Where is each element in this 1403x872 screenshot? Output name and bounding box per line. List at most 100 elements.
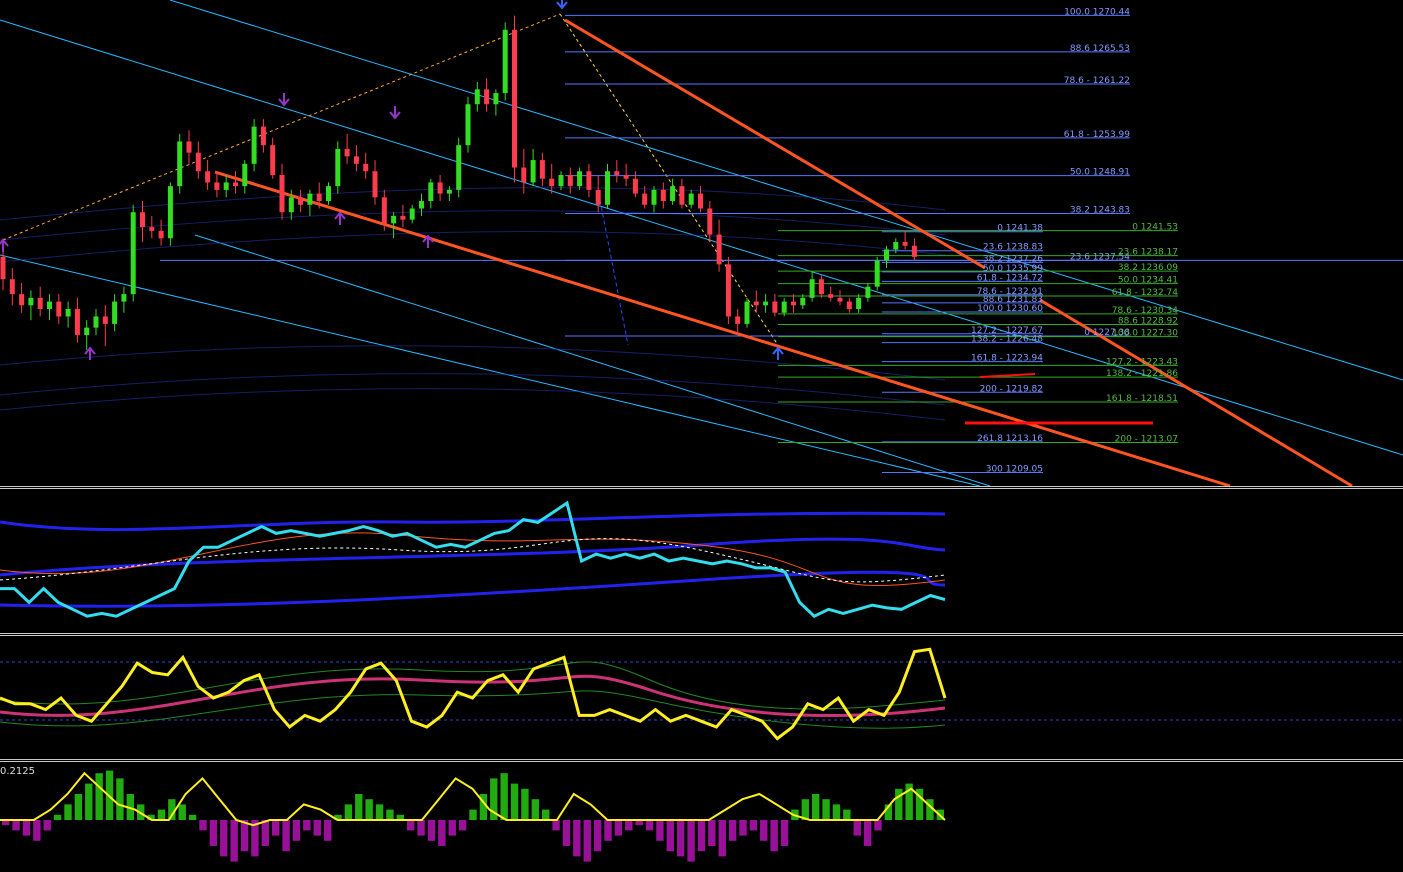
histogram-bar — [427, 820, 436, 841]
candle-body — [623, 174, 629, 179]
fractal-arrow-icon — [278, 93, 290, 107]
histogram-bar — [677, 820, 685, 857]
candle-body — [344, 148, 350, 157]
candle-body — [316, 193, 322, 202]
candle-body — [279, 174, 285, 213]
histogram-bar — [64, 804, 72, 820]
fib-level-label: 78.6 - 1261.22 — [1064, 76, 1130, 86]
histogram-bar — [116, 778, 124, 820]
candle-body — [679, 186, 685, 205]
histogram-bar — [438, 820, 446, 846]
fib-level-label: 78.6 - 1230.34 — [1112, 306, 1178, 316]
histogram-bar — [843, 809, 851, 820]
candle-body — [493, 93, 499, 105]
histogram-bar — [832, 804, 841, 820]
candle-body — [818, 279, 824, 295]
candle-body — [716, 234, 722, 265]
trend-line — [214, 170, 1231, 488]
histogram-bar — [687, 820, 695, 862]
candle-body — [242, 163, 248, 187]
candle-body — [735, 316, 741, 324]
candle-body — [725, 264, 731, 317]
histogram-bar — [458, 820, 467, 831]
indicator-panel-3: 0.2125 — [0, 766, 946, 862]
chart-svg: 100.0 1270.44 88.6 1265.53 78.6 - 1261.22 6… — [0, 0, 1403, 862]
histogram-bar — [552, 820, 560, 831]
candle-body — [614, 171, 620, 175]
panel-divider — [0, 486, 1403, 487]
histogram-bar — [874, 820, 882, 831]
trend-line — [564, 18, 986, 270]
histogram-bar — [220, 820, 228, 857]
fib-level-label: 61.8 - 1253.99 — [1064, 130, 1130, 140]
candle-body — [223, 182, 229, 190]
histogram-bar — [863, 820, 872, 846]
histogram-bar — [292, 820, 301, 841]
channel-line — [194, 234, 991, 487]
indicator-panel-2 — [0, 647, 1403, 741]
channel-line — [0, 254, 981, 487]
candle-body — [856, 297, 862, 310]
candle-body — [65, 309, 71, 317]
histogram-bar — [895, 788, 903, 820]
fib-level-label: 261.8 1213.16 — [977, 434, 1043, 444]
histogram-bar — [593, 820, 602, 852]
histogram-bar — [95, 773, 103, 820]
candle-body — [660, 189, 666, 202]
histogram-bar — [386, 809, 394, 820]
histogram-bar — [531, 799, 539, 820]
candle-body — [270, 145, 276, 175]
fib-level-label: 138.2 - 1221.86 — [1106, 369, 1178, 379]
histogram-bar — [407, 820, 415, 831]
candle-body — [409, 208, 415, 220]
fib-level-label: 161.8 - 1223.94 — [971, 354, 1043, 364]
candle-body — [419, 201, 424, 209]
histogram-bar — [812, 794, 820, 820]
candle-body — [884, 249, 889, 261]
fib-level-label: 100.0 1230.60 — [977, 304, 1043, 314]
histogram-bar — [344, 804, 353, 820]
indicator-value-label: 0.2125 — [0, 766, 35, 777]
indicator-panel-1 — [0, 500, 946, 618]
histogram-bar — [355, 794, 363, 820]
candle-body — [567, 174, 573, 187]
fib-level-label: 100.0 1227.30 — [1112, 329, 1178, 339]
candle-body — [512, 29, 517, 168]
candle-body — [763, 301, 769, 306]
histogram-bar — [521, 788, 529, 820]
candle-body — [828, 294, 834, 298]
histogram-bar — [562, 820, 571, 846]
candle-body — [140, 212, 145, 228]
candle-body — [865, 286, 871, 298]
yellow-indicator-line — [0, 647, 947, 741]
fib-level-label: 61.8 - 1234.72 — [977, 273, 1043, 283]
projection-line — [599, 199, 629, 346]
histogram-bar — [365, 799, 373, 820]
band-line — [0, 345, 946, 381]
band-line — [0, 661, 946, 710]
trading-chart: 100.0 1270.44 88.6 1265.53 78.6 - 1261.22 6… — [0, 0, 1403, 868]
candle-body — [837, 297, 843, 302]
candle-body — [93, 316, 99, 328]
histogram-bar — [188, 814, 197, 820]
candle-body — [19, 294, 25, 306]
fractal-arrow-icon — [556, 0, 568, 10]
histogram-bar — [199, 820, 207, 831]
histogram-bar — [261, 820, 269, 846]
histogram-bar — [614, 820, 623, 836]
candle-body — [809, 279, 815, 298]
candle-body — [549, 178, 555, 187]
fib-level-label: 200 - 1213.07 — [1115, 435, 1178, 445]
histogram-bar — [749, 820, 758, 831]
histogram-bar — [583, 820, 591, 862]
histogram-bar — [469, 809, 477, 820]
candle-body — [902, 242, 908, 246]
histogram-bar — [33, 820, 41, 841]
candle-body — [56, 301, 62, 317]
candle-body — [130, 212, 136, 295]
support-line — [979, 373, 1036, 378]
fib-level-label: 88.6 1265.53 — [1070, 44, 1130, 54]
candle-body — [372, 171, 378, 198]
candle-body — [121, 294, 127, 302]
candle-body — [0, 256, 6, 280]
